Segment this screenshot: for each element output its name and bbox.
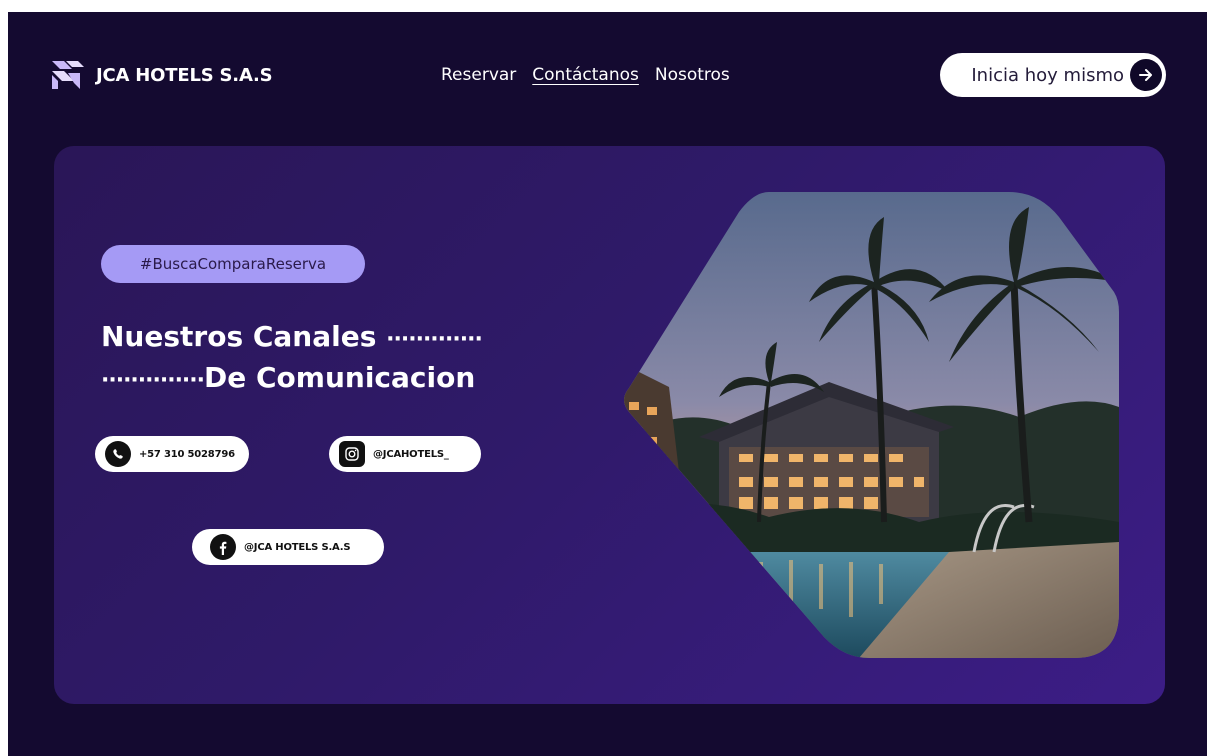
heading-dots-1: ············· (386, 327, 483, 352)
arrow-right-circle-icon (1130, 59, 1162, 91)
heading-dots-2: ·············· (101, 368, 205, 393)
instagram-handle: @JCAHOTELS_ (373, 448, 449, 460)
brand-name: JCA HOTELS S.A.S (96, 64, 273, 86)
hashtag-text: #BuscaComparaReserva (139, 255, 327, 273)
hero-card: #BuscaComparaReserva Nuestros Canales ··… (54, 146, 1165, 704)
brand[interactable]: JCA HOTELS S.A.S (52, 61, 273, 89)
hero-heading: Nuestros Canales ············· ·········… (101, 318, 483, 400)
facebook-handle: @JCA HOTELS S.A.S (244, 541, 351, 553)
facebook-contact-button[interactable]: @JCA HOTELS S.A.S (192, 529, 384, 565)
nav-link-reservar[interactable]: Reservar (441, 65, 516, 85)
whatsapp-contact-button[interactable]: +57 310 5028796 (95, 436, 249, 472)
nav-link-nosotros[interactable]: Nosotros (655, 65, 730, 85)
start-today-label: Inicia hoy mismo (971, 64, 1124, 86)
main-nav: Reservar Contáctanos Nosotros (441, 65, 730, 85)
start-today-button[interactable]: Inicia hoy mismo (940, 53, 1166, 97)
whatsapp-number: +57 310 5028796 (139, 448, 235, 460)
nav-link-contactanos[interactable]: Contáctanos (532, 65, 639, 85)
instagram-contact-button[interactable]: @JCAHOTELS_ (329, 436, 481, 472)
brand-logo-icon (52, 61, 84, 89)
heading-line-1: Nuestros Canales (101, 320, 377, 353)
whatsapp-icon (105, 441, 131, 467)
instagram-icon (339, 441, 365, 467)
heading-line-2: De Comunicacion (204, 361, 476, 394)
landing-page: JCA HOTELS S.A.S Reservar Contáctanos No… (8, 12, 1207, 756)
hotel-photo (624, 192, 1119, 658)
hashtag-badge: #BuscaComparaReserva (101, 245, 365, 283)
facebook-icon (210, 534, 236, 560)
